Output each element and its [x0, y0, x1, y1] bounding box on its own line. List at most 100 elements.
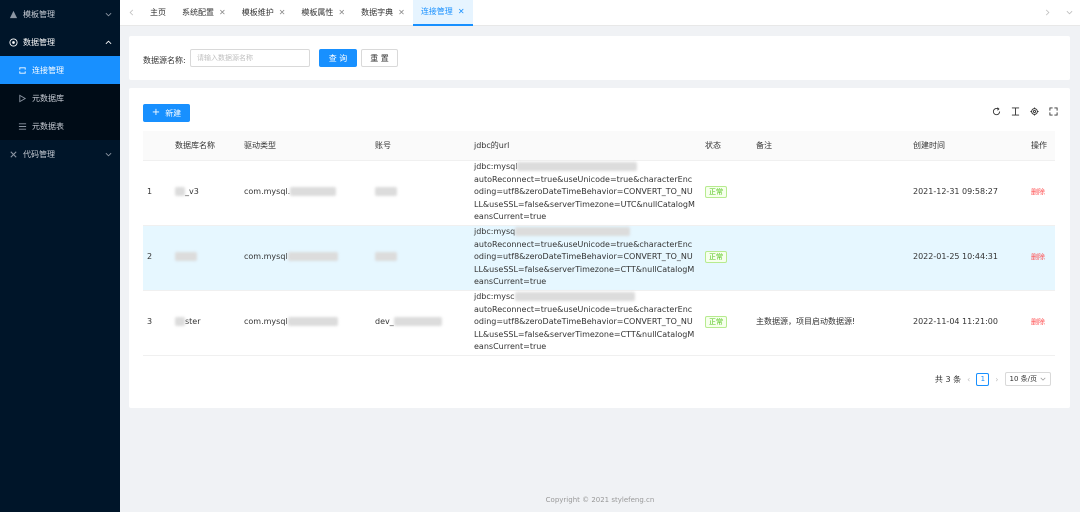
sidebar-item-meta-db[interactable]: 元数据库	[0, 84, 120, 112]
table-row: 2 com.mysql jdbc:mysq autoReconnect=true&…	[143, 225, 1055, 291]
template-icon	[8, 9, 18, 19]
cell-status: 正常	[701, 160, 752, 226]
list-icon	[17, 121, 27, 131]
tab-label: 主页	[150, 8, 166, 17]
column-height-icon[interactable]	[1011, 107, 1020, 116]
row-index: 1	[143, 160, 171, 226]
cell-remark	[752, 160, 909, 226]
chevron-down-icon[interactable]	[1058, 0, 1080, 26]
cell-action: 删除	[1027, 160, 1055, 226]
pagination: 共 3 条 ‹ 1 › 10 条/页	[935, 372, 1051, 386]
sidebar-item-meta-table[interactable]: 元数据表	[0, 112, 120, 140]
table-panel: + 新建 数据库名称 驱动类型 账号 jdbc的url 状态 备注 创建时间 操…	[129, 88, 1070, 408]
row-index: 3	[143, 290, 171, 356]
cell-db-name	[171, 225, 240, 291]
cell-account: dev_	[371, 290, 470, 356]
delete-link[interactable]: 删除	[1031, 188, 1045, 196]
chevron-up-icon	[104, 38, 112, 46]
status-badge: 正常	[705, 186, 727, 199]
column-header-index	[143, 131, 171, 161]
sidebar-item-label: 元数据表	[32, 121, 64, 131]
chevron-right-icon[interactable]	[1036, 0, 1058, 26]
tab-home[interactable]: 主页	[142, 0, 174, 26]
cell-status: 正常	[701, 225, 752, 291]
plus-icon: +	[151, 107, 161, 118]
sidebar-item-label: 代码管理	[23, 149, 55, 159]
cell-created: 2021-12-31 09:58:27	[909, 160, 1027, 226]
sidebar-item-template[interactable]: 模板管理	[0, 0, 120, 28]
search-input[interactable]	[190, 49, 310, 67]
connection-table: 数据库名称 驱动类型 账号 jdbc的url 状态 备注 创建时间 操作 1 _…	[143, 131, 1055, 356]
close-icon[interactable]: ✕	[279, 8, 286, 17]
link-icon	[17, 65, 27, 75]
cell-action: 删除	[1027, 225, 1055, 291]
column-header: 状态	[701, 131, 752, 161]
tab-label: 模板维护	[241, 8, 274, 17]
chevron-right-icon[interactable]: ›	[995, 375, 998, 384]
cell-status: 正常	[701, 290, 752, 356]
sidebar-item-connection[interactable]: 连接管理	[0, 56, 120, 84]
tab-label: 数据字典	[361, 8, 394, 17]
tab-label: 系统配置	[182, 8, 214, 17]
reset-button[interactable]: 重 置	[361, 49, 398, 67]
cell-db-name: ster	[171, 290, 240, 356]
table-row: 3 ster com.mysql dev_ jdbc:mysc autoRecon…	[143, 290, 1055, 356]
chevron-left-icon[interactable]: ‹	[967, 375, 970, 384]
page-size-label: 10 条/页	[1009, 375, 1038, 383]
chevron-down-icon	[104, 150, 112, 158]
search-label: 数据源名称:	[143, 56, 186, 65]
sidebar: 模板管理 数据管理 连接管理 元数据库 元数据表 代码管理	[0, 0, 120, 512]
cell-driver: com.mysql.	[240, 160, 371, 226]
column-header: 账号	[371, 131, 470, 161]
database-icon	[8, 37, 18, 47]
gear-icon[interactable]	[1030, 107, 1039, 116]
page-size-select[interactable]: 10 条/页	[1004, 372, 1051, 386]
chevron-down-icon	[1040, 377, 1046, 381]
cell-db-name: _v3	[171, 160, 240, 226]
column-header: 数据库名称	[171, 131, 240, 161]
sidebar-item-code[interactable]: 代码管理	[0, 140, 120, 168]
tab-template-maintain[interactable]: 模板维护 ✕	[234, 0, 294, 26]
search-panel: 数据源名称: 查 询 重 置	[129, 36, 1070, 80]
delete-link[interactable]: 删除	[1031, 253, 1045, 261]
sidebar-item-label: 连接管理	[32, 65, 64, 75]
sidebar-item-data[interactable]: 数据管理	[0, 28, 120, 56]
status-badge: 正常	[705, 251, 727, 264]
chevron-down-icon	[104, 10, 112, 18]
fullscreen-icon[interactable]	[1049, 107, 1058, 116]
add-connection-button[interactable]: + 新建	[143, 104, 190, 122]
query-button[interactable]: 查 询	[319, 49, 357, 67]
close-icon[interactable]: ✕	[338, 8, 345, 17]
row-index: 2	[143, 225, 171, 291]
close-icon[interactable]: ✕	[398, 8, 405, 17]
status-badge: 正常	[705, 316, 727, 329]
sidebar-submenu-data: 连接管理 元数据库 元数据表	[0, 56, 120, 140]
cell-remark: 主数据源，项目启动数据源!	[752, 290, 909, 356]
sidebar-item-label: 模板管理	[23, 9, 55, 19]
tab-data-dict[interactable]: 数据字典 ✕	[353, 0, 413, 26]
cell-driver: com.mysql	[240, 290, 371, 356]
delete-link[interactable]: 删除	[1031, 318, 1045, 326]
tab-system-config[interactable]: 系统配置 ✕	[174, 0, 234, 26]
table-toolbar	[992, 107, 1058, 116]
cell-jdbc-url: jdbc:mysc autoReconnect=true&useUnicode=t…	[470, 290, 701, 356]
tab-connection[interactable]: 连接管理 ✕	[412, 0, 473, 26]
page-button-1[interactable]: 1	[976, 372, 990, 386]
cell-remark	[752, 225, 909, 291]
close-icon[interactable]: ✕	[458, 7, 465, 16]
cell-jdbc-url: jdbc:mysq autoReconnect=true&useUnicode=t…	[470, 225, 701, 291]
cell-jdbc-url: jdbc:mysql autoReconnect=true&useUnicode=…	[470, 160, 701, 226]
play-icon	[17, 93, 27, 103]
refresh-icon[interactable]	[992, 107, 1001, 116]
cell-action: 删除	[1027, 290, 1055, 356]
footer-copyright: Copyright © 2021 stylefeng.cn	[545, 496, 655, 504]
column-header: 驱动类型	[240, 131, 371, 161]
add-button-label: 新建	[165, 108, 182, 118]
chevron-left-icon[interactable]	[120, 0, 142, 26]
tab-bar: 主页 系统配置 ✕ 模板维护 ✕ 模板属性 ✕ 数据字典 ✕ 连接管理 ✕	[120, 0, 1080, 26]
code-icon	[8, 149, 18, 159]
cell-account	[371, 160, 470, 226]
tab-label: 模板属性	[301, 8, 334, 17]
tab-template-attr[interactable]: 模板属性 ✕	[293, 0, 353, 26]
close-icon[interactable]: ✕	[219, 8, 226, 17]
